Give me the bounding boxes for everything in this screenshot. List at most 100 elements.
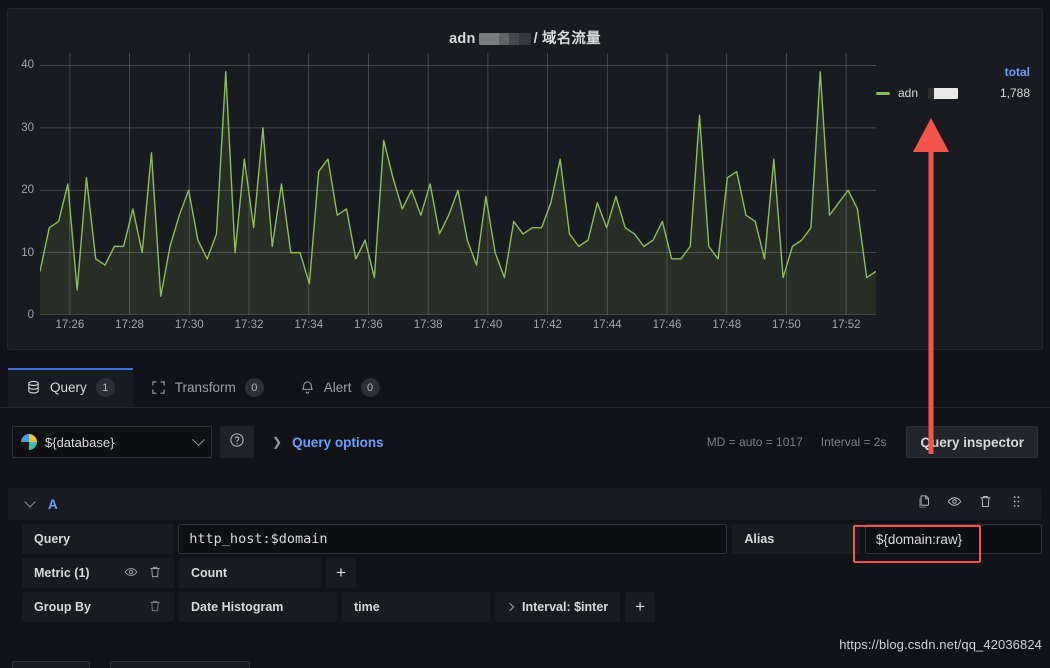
watermark-text: https://blog.csdn.net/qq_42036824 [839,637,1042,652]
tab-query-label: Query [50,380,87,395]
x-axis-tick-label: 17:50 [772,319,801,331]
drag-handle-icon[interactable] [1009,494,1024,514]
tab-transform[interactable]: Transform 0 [133,368,282,407]
y-axis-tick-label: 30 [21,121,34,134]
max-data-points-info: MD = auto = 1017 [706,435,803,449]
interval-info: Interval = 2s [820,435,887,449]
datasource-bar: ${database} ❯ Query options MD = auto = … [0,420,1050,464]
bell-icon [300,380,315,395]
series-plot [40,53,876,315]
legend-item[interactable]: adn 1,788 [876,86,1036,100]
query-row-header: A [8,488,1042,520]
panel-title-suffix: / 域名流量 [533,31,601,47]
hide-icon[interactable] [947,494,962,514]
tab-query[interactable]: Query 1 [8,368,133,407]
y-axis-tick-label: 20 [21,184,34,197]
grafana-panel-edit-page: adn / 域名流量 0 10 20 30 40 17:26 17:28 17:30 17:32… [0,0,1050,668]
x-axis-tick-label: 17:26 [55,319,85,331]
database-icon [26,380,41,395]
bottom-button-left[interactable] [12,661,90,668]
group-by-line: Group By Date Histogram time Interval: $… [22,592,1042,622]
group-by-label-icons [148,599,162,616]
query-row-actions [916,494,1032,514]
group-by-label-segment: Group By [22,592,174,622]
legend-header-total: total [1004,65,1030,79]
x-axis-tick-label: 17:48 [712,319,742,331]
datasource-name: ${database} [45,434,115,450]
x-axis-tick-label: 17:38 [413,319,443,331]
tab-alert-count: 0 [360,378,380,397]
add-metric-button[interactable]: + [326,558,356,588]
bottom-button-right[interactable] [110,661,250,668]
panel-title-prefix: adn [449,31,476,47]
tab-transform-label: Transform [174,380,236,395]
help-button[interactable] [220,426,254,458]
hide-icon[interactable] [124,565,138,582]
metric-label-segment: Metric (1) [22,558,174,588]
query-field-label: Query [22,524,174,554]
metric-label: Metric (1) [34,566,90,580]
tab-alert-label: Alert [323,380,352,395]
query-options-toggle[interactable]: ❯ Query options [262,435,384,450]
y-axis-tick-label: 40 [21,59,34,72]
tab-query-count: 1 [95,378,115,397]
metric-line: Metric (1) Count + [22,558,1042,588]
tab-alert[interactable]: Alert 0 [282,368,398,407]
query-editor-body: Query http_host:$domain Alias ${domain:r… [22,524,1042,626]
group-by-field-select[interactable]: time [342,592,490,622]
chevron-down-icon [192,432,205,446]
redacted-block-icon [478,33,531,46]
editor-tab-bar: Query 1 Transform 0 Alert 0 [0,368,1050,408]
x-axis-tick-label: 17:46 [652,319,682,331]
x-axis-tick-label: 17:52 [831,319,861,331]
x-axis-tick-label: 17:42 [533,319,562,331]
alias-field-label: Alias [732,524,860,554]
chevron-right-icon: ❯ [272,435,283,449]
graph-area: 0 10 20 30 40 17:26 17:28 17:30 17:32 17:34 17:36… [8,53,1044,351]
panel-title: adn / 域名流量 [8,27,1042,48]
group-by-label: Group By [34,600,91,614]
query-options-summary[interactable]: MD = auto = 1017 Interval = 2s [707,435,899,449]
legend-color-swatch-icon [876,91,890,95]
group-by-interval-option[interactable]: Interval: $inter [495,592,621,622]
delete-icon[interactable] [148,565,162,582]
redacted-block-icon [928,87,959,99]
y-axis-tick-label: 10 [21,246,34,259]
group-by-interval-label: Interval: $inter [522,600,609,614]
query-options-label: Query options [292,434,384,450]
delete-icon[interactable] [978,494,993,514]
x-axis-tick-label: 17:32 [234,319,264,331]
x-axis-tick-label: 17:28 [115,319,144,331]
transform-icon [151,380,166,395]
query-input[interactable]: http_host:$domain [178,524,728,554]
graph-panel: adn / 域名流量 0 10 20 30 40 17:26 17:28 17:30 17:32… [7,8,1043,350]
delete-icon[interactable] [148,599,162,616]
y-axis-tick-label: 0 [27,309,34,321]
y-axis: 0 10 20 30 40 [8,53,40,321]
x-axis: 17:26 17:28 17:30 17:32 17:34 17:36 17:38 17:40… [40,317,876,337]
x-axis-tick-label: 17:34 [294,319,324,331]
elasticsearch-icon [21,434,37,450]
tab-transform-count: 0 [244,378,264,397]
chevron-right-icon [505,602,515,612]
group-by-type-select[interactable]: Date Histogram [179,592,337,622]
metric-label-icons [124,565,162,582]
plot-canvas[interactable] [40,53,876,315]
x-axis-tick-label: 17:30 [174,319,204,331]
datasource-picker[interactable]: ${database} [12,426,212,458]
alias-input[interactable]: ${domain:raw} [864,524,1042,554]
add-group-by-button[interactable]: + [625,592,656,622]
chevron-down-icon[interactable] [24,496,36,508]
help-circle-icon [229,432,245,453]
legend-series-value: 1,788 [999,86,1030,100]
query-row-id[interactable]: A [48,497,58,512]
metric-aggregation-select[interactable]: Count [179,558,321,588]
x-axis-tick-label: 17:44 [592,319,622,331]
legend: total adn 1,788 [876,65,1036,100]
duplicate-icon[interactable] [916,494,931,514]
x-axis-tick-label: 17:40 [473,319,503,331]
legend-series-label: adn [898,86,919,100]
query-inspector-button[interactable]: Query inspector [906,426,1038,458]
query-alias-line: Query http_host:$domain Alias ${domain:r… [22,524,1042,554]
x-axis-tick-label: 17:36 [354,319,383,331]
